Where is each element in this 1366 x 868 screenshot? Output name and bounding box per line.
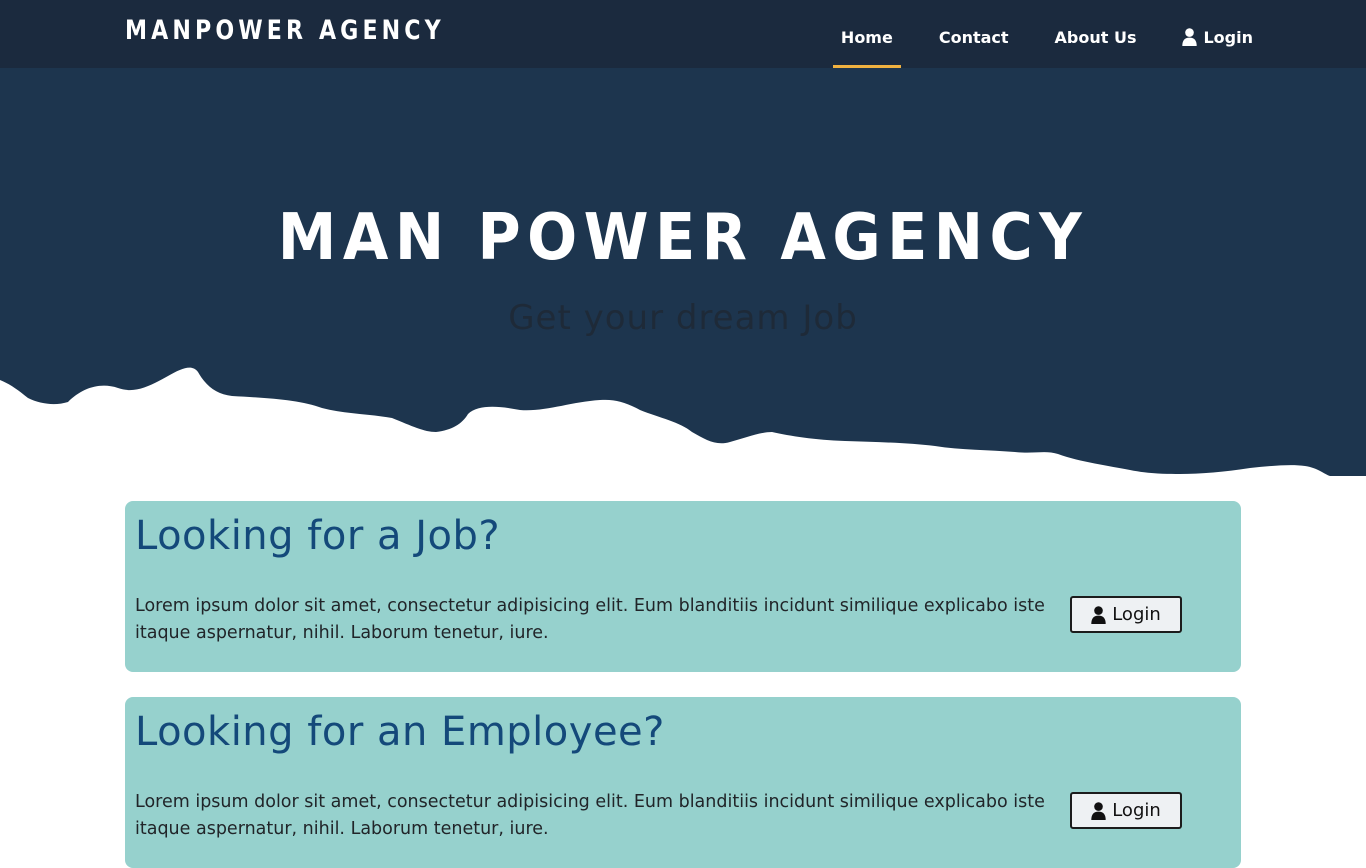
card-heading: Looking for an Employee? <box>135 709 665 755</box>
card-heading: Looking for a Job? <box>135 513 501 559</box>
nav-item-home[interactable]: Home <box>832 0 901 68</box>
button-label: Login <box>1112 604 1161 625</box>
hero-banner: MAN POWER AGENCY Get your dream Job <box>0 68 1366 478</box>
nav-item-label: Home <box>840 27 893 47</box>
nav-item-contact[interactable]: Contact <box>916 0 1032 68</box>
nav-item-label: Contact <box>938 27 1009 47</box>
card-text: Lorem ipsum dolor sit amet, consectetur … <box>135 792 1045 839</box>
employer-card: Looking for an Employee? Lorem ipsum dol… <box>125 697 1241 868</box>
nav-menu: Home Contact About Us Login <box>832 0 1268 68</box>
nav-item-label: About Us <box>1054 27 1137 47</box>
user-icon <box>1182 28 1198 46</box>
job-seeker-card: Looking for a Job? Lorem ipsum dolor sit… <box>125 501 1241 672</box>
mountain-wave-decoration <box>0 367 1366 478</box>
login-button[interactable]: Login <box>1070 596 1182 633</box>
login-button[interactable]: Login <box>1070 792 1182 829</box>
nav-item-login[interactable]: Login <box>1159 0 1268 68</box>
navbar: MANPOWER AGENCY Home Contact About Us Lo… <box>0 0 1366 68</box>
brand-logo[interactable]: MANPOWER AGENCY <box>125 15 445 46</box>
card-text: Lorem ipsum dolor sit amet, consectetur … <box>135 596 1045 643</box>
nav-item-about-us[interactable]: About Us <box>1032 0 1160 68</box>
user-icon <box>1091 605 1106 624</box>
nav-item-label: Login <box>1203 27 1253 47</box>
user-icon <box>1091 801 1106 820</box>
button-label: Login <box>1112 800 1161 821</box>
